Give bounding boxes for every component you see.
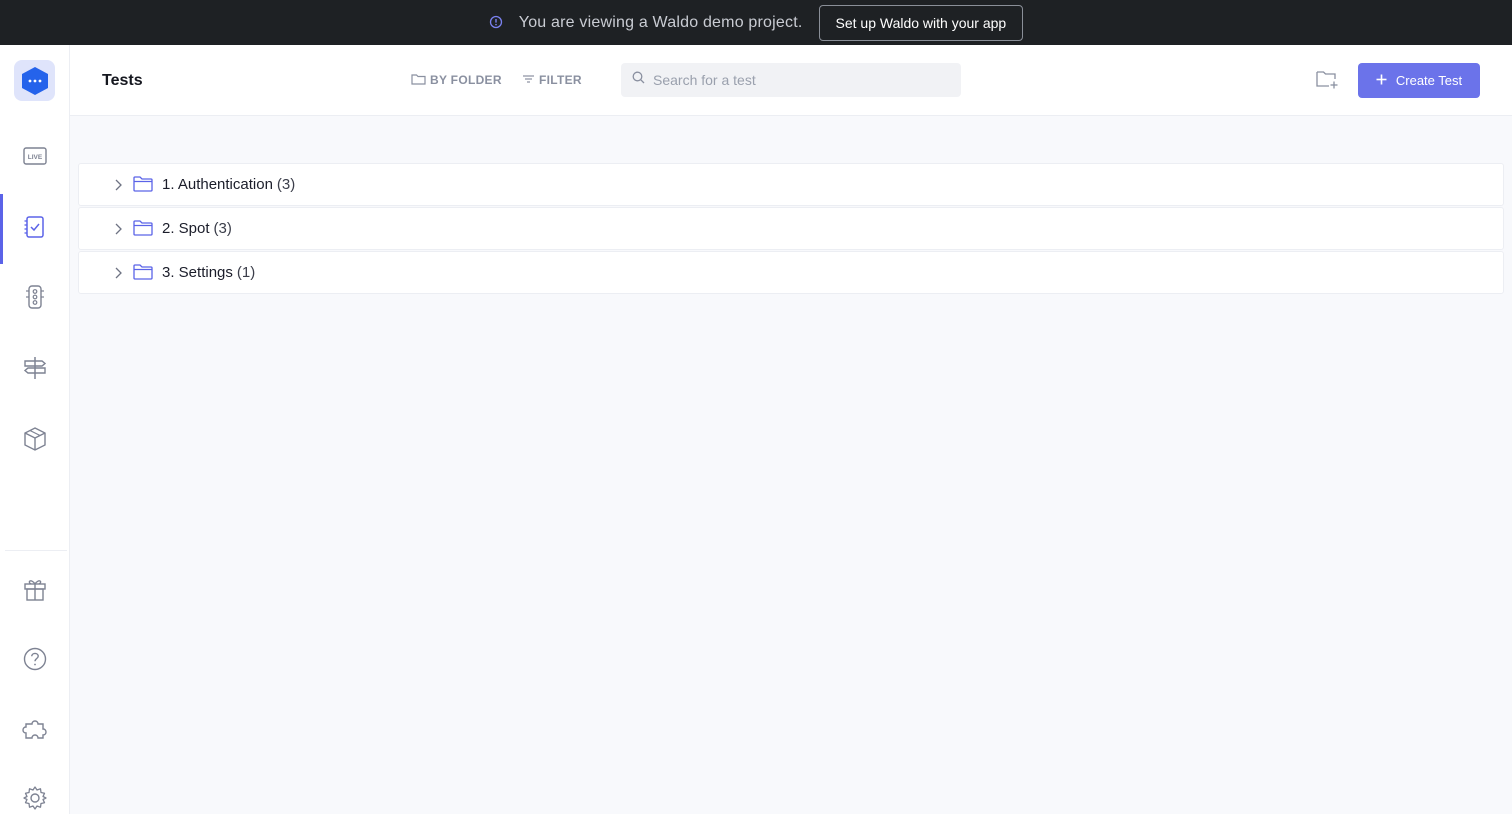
search-box [621,63,961,97]
create-test-button[interactable]: Create Test [1358,63,1480,98]
folder-icon [133,219,155,238]
folder-count: (1) [236,264,256,281]
filter-label: FILTER [539,73,582,87]
folder-row[interactable]: 1. Authentication (3) [78,163,1504,206]
folder-row[interactable]: 2. Spot (3) [78,207,1504,250]
svg-text:LIVE: LIVE [27,154,42,161]
plus-icon [1376,73,1387,88]
by-folder-toggle[interactable]: BY FOLDER [411,72,502,88]
sidebar-item-settings[interactable] [0,772,69,814]
sidebar-item-builds[interactable] [0,413,69,469]
sidebar: LIVE [0,45,70,814]
filter-button[interactable]: FILTER [522,72,582,88]
help-circle-icon [22,646,48,677]
signpost-icon [22,355,48,386]
folder-name: 1. Authentication [162,176,273,193]
new-folder-button[interactable] [1314,69,1340,93]
folder-name: 3. Settings [162,264,233,281]
sidebar-item-runs[interactable] [0,271,69,327]
by-folder-label: BY FOLDER [430,73,502,87]
puzzle-icon [21,716,48,747]
sidebar-item-integrations[interactable] [0,703,69,759]
banner-message: You are viewing a Waldo demo project. [518,13,803,31]
sidebar-item-flows[interactable] [0,342,69,398]
folder-icon [133,175,155,194]
waldo-logo[interactable] [14,60,55,101]
folder-count: (3) [276,176,296,193]
sidebar-item-help[interactable] [0,633,69,689]
chevron-right-icon[interactable] [111,222,125,236]
page-header: Tests BY FOLDER FILTER Create Test [70,45,1512,116]
search-icon [632,71,645,89]
box-icon [22,426,48,457]
filter-icon [522,73,535,87]
chevron-right-icon[interactable] [111,178,125,192]
folder-name: 2. Spot [162,220,210,237]
demo-banner: You are viewing a Waldo demo project. Se… [0,0,1512,45]
setup-waldo-button[interactable]: Set up Waldo with your app [818,4,1024,41]
sidebar-divider [5,550,67,551]
chevron-right-icon[interactable] [111,266,125,280]
gear-icon [22,785,48,814]
gift-icon [22,576,48,607]
checklist-icon [23,215,47,244]
create-test-label: Create Test [1395,73,1463,88]
folder-list: 1. Authentication (3) 2. Spot (3) 3. Set… [78,163,1504,295]
sidebar-item-whats-new[interactable] [0,563,69,619]
live-icon: LIVE [22,146,47,170]
folder-icon [133,263,155,282]
sidebar-item-tests[interactable] [0,194,69,264]
search-input[interactable] [653,72,943,88]
folder-count: (3) [213,220,232,237]
folder-plus-icon [1315,68,1339,95]
info-icon [489,15,505,31]
traffic-light-icon [23,284,47,315]
page-title: Tests [102,72,143,89]
folder-row[interactable]: 3. Settings (1) [78,251,1504,294]
folder-icon [411,73,426,88]
sidebar-item-live[interactable]: LIVE [0,130,69,186]
